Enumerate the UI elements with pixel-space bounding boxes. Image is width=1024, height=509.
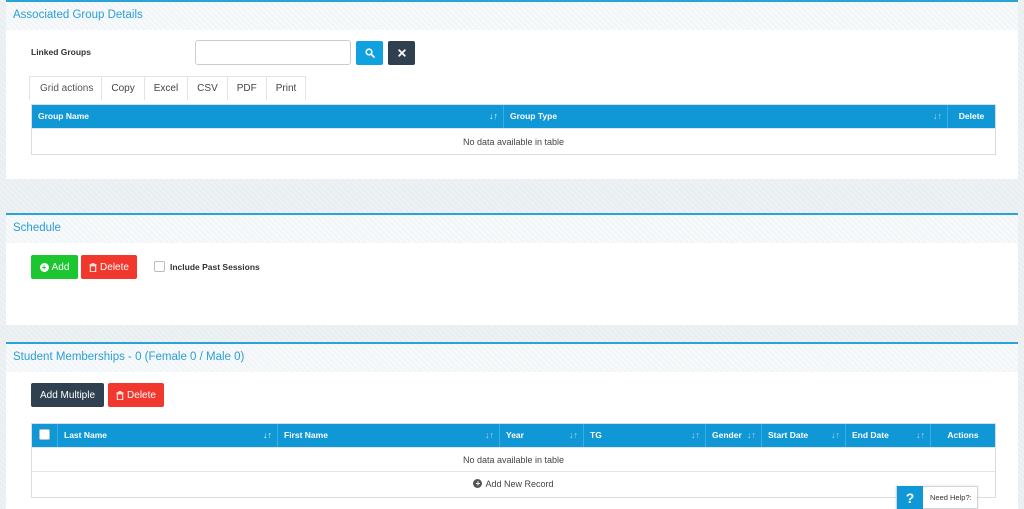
grid-actions-bar: Grid actions Copy Excel CSV PDF Print <box>29 76 307 100</box>
button-label: Delete <box>100 261 129 273</box>
button-label: Add <box>51 261 70 273</box>
sort-icon: ↓↑ <box>916 430 925 440</box>
column-label: Start Date <box>768 430 809 440</box>
sort-asc-icon: ↓↑ <box>263 430 272 440</box>
sort-icon: ↓↑ <box>485 430 494 440</box>
need-help-label: Need Help?: <box>930 493 972 502</box>
panel-title: Associated Group Details <box>6 2 1018 30</box>
column-gender[interactable]: Gender ↓↑ <box>706 424 762 447</box>
column-actions: Actions <box>931 424 995 447</box>
sort-icon: ↓↑ <box>747 430 756 440</box>
column-group-name[interactable]: Group Name ↓↑ <box>32 105 504 128</box>
pdf-button[interactable]: PDF <box>226 77 266 100</box>
linked-groups-input[interactable] <box>195 40 351 65</box>
grid-actions-label: Grid actions <box>40 83 94 94</box>
column-label: Gender <box>712 430 742 440</box>
csv-button[interactable]: CSV <box>187 77 227 100</box>
empty-row: No data available in table <box>32 128 995 154</box>
print-button[interactable]: Print <box>265 77 306 100</box>
column-label: TG <box>590 430 602 440</box>
sort-asc-icon: ↓↑ <box>489 111 498 121</box>
schedule-add-button[interactable]: + Add <box>31 255 78 279</box>
schedule-delete-button[interactable]: Delete <box>81 255 137 279</box>
button-label: Add Multiple <box>39 389 96 401</box>
sort-icon: ↓↑ <box>691 430 700 440</box>
column-delete: Delete <box>948 105 995 128</box>
select-all-checkbox[interactable] <box>39 429 50 440</box>
trash-icon <box>116 390 124 400</box>
column-tg[interactable]: TG ↓↑ <box>584 424 706 447</box>
copy-button[interactable]: Copy <box>101 77 143 100</box>
include-past-checkbox[interactable] <box>154 261 165 272</box>
memberships-delete-button[interactable]: Delete <box>108 383 164 407</box>
include-past-label: Include Past Sessions <box>170 262 260 272</box>
trash-icon <box>89 262 97 272</box>
table-header: Group Name ↓↑ Group Type ↓↑ Delete <box>32 105 995 128</box>
table-header: Last Name ↓↑ First Name ↓↑ Year ↓↑ TG ↓↑… <box>32 424 995 447</box>
column-label: Group Type <box>510 111 558 121</box>
linked-groups-label: Linked Groups <box>31 47 91 57</box>
column-end-date[interactable]: End Date ↓↑ <box>846 424 931 447</box>
clear-button[interactable] <box>388 41 415 65</box>
memberships-table: Last Name ↓↑ First Name ↓↑ Year ↓↑ TG ↓↑… <box>31 423 996 498</box>
search-icon <box>364 48 375 58</box>
excel-button[interactable]: Excel <box>143 77 187 100</box>
add-new-record-row[interactable]: + Add New Record <box>32 471 995 495</box>
column-last-name[interactable]: Last Name ↓↑ <box>58 424 278 447</box>
add-new-record-label: Add New Record <box>485 478 554 489</box>
column-group-type[interactable]: Group Type ↓↑ <box>504 105 948 128</box>
column-label: End Date <box>852 430 889 440</box>
column-first-name[interactable]: First Name ↓↑ <box>278 424 500 447</box>
column-label: Actions <box>947 430 979 440</box>
column-label: First Name <box>284 430 328 440</box>
button-label: Delete <box>127 389 156 401</box>
search-button[interactable] <box>356 41 383 65</box>
help-icon: ? <box>897 486 923 509</box>
column-start-date[interactable]: Start Date ↓↑ <box>762 424 846 447</box>
panel-title: Schedule <box>6 215 1018 243</box>
column-year[interactable]: Year ↓↑ <box>500 424 584 447</box>
select-all-column <box>32 424 58 447</box>
column-label: Last Name <box>64 430 107 440</box>
empty-row: No data available in table <box>32 447 995 471</box>
sort-icon: ↓↑ <box>831 430 840 440</box>
plus-circle-icon: + <box>473 479 483 488</box>
need-help-widget[interactable]: ? Need Help?: <box>896 486 978 509</box>
sort-icon: ↓↑ <box>933 111 942 121</box>
linked-groups-table: Group Name ↓↑ Group Type ↓↑ Delete No da… <box>31 104 996 155</box>
plus-circle-icon: + <box>39 262 49 272</box>
column-label: Group Name <box>38 111 90 121</box>
column-label: Year <box>506 430 524 440</box>
column-label: Delete <box>958 111 985 121</box>
panel-title: Student Memberships - 0 (Female 0 / Male… <box>6 344 1018 372</box>
close-icon <box>397 49 406 57</box>
sort-icon: ↓↑ <box>569 430 578 440</box>
add-multiple-button[interactable]: Add Multiple <box>31 383 104 407</box>
